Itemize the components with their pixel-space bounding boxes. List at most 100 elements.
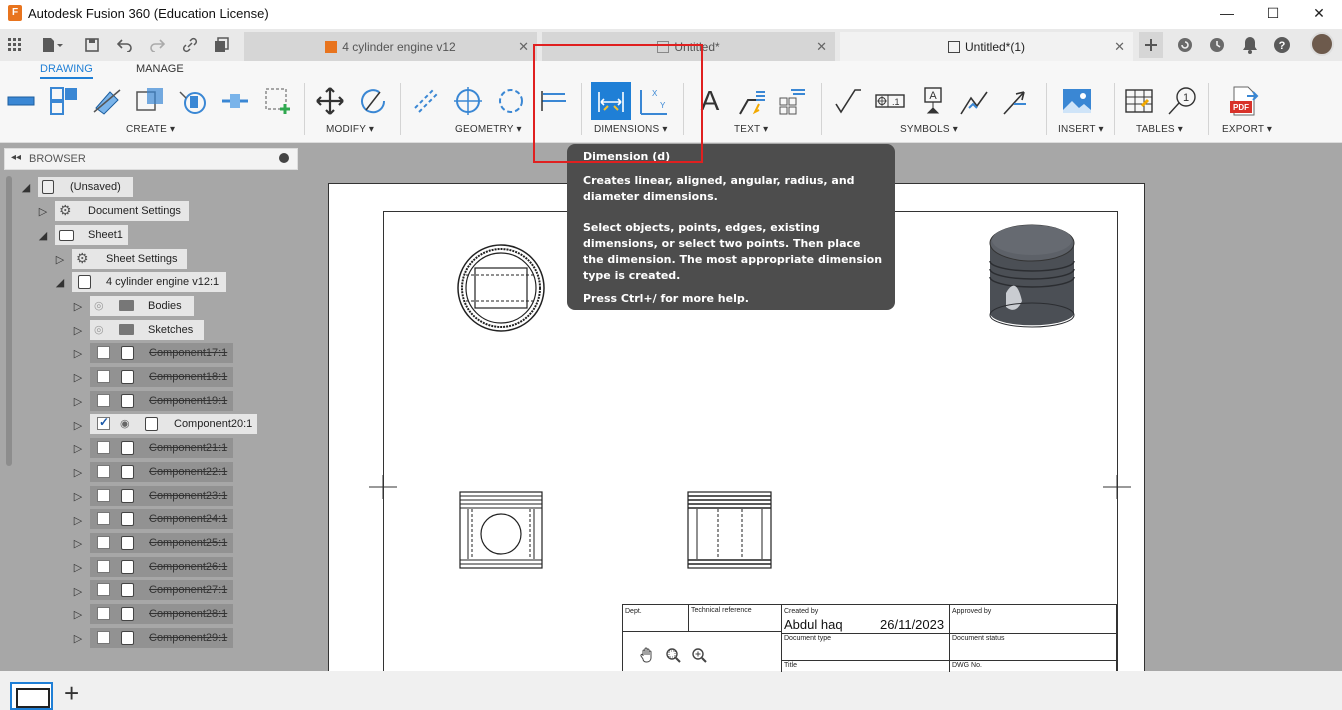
break-view-icon[interactable]	[177, 85, 209, 117]
tree-expand-arrow-icon[interactable]: ▷	[72, 323, 84, 337]
sheet1-thumbnail[interactable]	[10, 682, 53, 710]
close-button[interactable]: ✕	[1296, 0, 1342, 26]
tree-item-bodies[interactable]: ◎ Bodies	[90, 296, 194, 316]
tree-collapse-arrow-icon[interactable]: ◢	[20, 180, 32, 194]
tree-expand-arrow-icon[interactable]: ▷	[72, 513, 84, 527]
eye-visible-icon[interactable]: ◉	[120, 417, 130, 430]
table-icon[interactable]	[1123, 85, 1155, 117]
visibility-checkbox[interactable]	[97, 536, 110, 549]
tree-expand-arrow-icon[interactable]: ▷	[72, 418, 84, 432]
top-view-piston[interactable]	[457, 244, 545, 332]
tree-collapse-arrow-icon[interactable]: ◢	[54, 275, 66, 289]
front-view-piston[interactable]	[459, 491, 543, 569]
tree-expand-arrow-icon[interactable]: ▷	[72, 346, 84, 360]
side-view-piston[interactable]	[687, 491, 772, 569]
tree-expand-arrow-icon[interactable]: ▷	[72, 465, 84, 479]
tree-item-component18[interactable]: Component18:1	[90, 367, 233, 387]
center-mark-icon[interactable]	[452, 85, 484, 117]
group-text-label[interactable]: TEXT ▾	[734, 124, 768, 135]
visibility-checkbox[interactable]	[97, 489, 110, 502]
tab-close-icon[interactable]: ✕	[518, 39, 529, 55]
tree-item-document-settings[interactable]: ⚙ Document Settings	[55, 201, 189, 221]
zoom-window-icon[interactable]	[661, 644, 685, 666]
base-view-icon[interactable]	[5, 85, 37, 117]
export-pdf-icon[interactable]: PDF	[1228, 85, 1260, 117]
group-create-label[interactable]: CREATE ▾	[126, 124, 175, 135]
visibility-checkbox[interactable]	[97, 512, 110, 525]
tree-item-component23[interactable]: Component23:1	[90, 486, 233, 506]
move-icon[interactable]	[314, 85, 346, 117]
sketch-view-icon[interactable]	[262, 85, 294, 117]
tree-item-component22[interactable]: Component22:1	[90, 462, 233, 482]
visibility-checkbox[interactable]	[97, 465, 110, 478]
tree-expand-arrow-icon[interactable]: ▷	[72, 607, 84, 621]
visibility-checkbox[interactable]	[97, 583, 110, 596]
visibility-checkbox[interactable]	[97, 631, 110, 644]
balloon-icon[interactable]: 1	[1166, 85, 1198, 117]
data-panel-grid-icon[interactable]	[3, 34, 27, 56]
tree-item-component26[interactable]: Component26:1	[90, 557, 233, 577]
extensions-icon[interactable]	[1173, 34, 1197, 56]
group-modify-label[interactable]: MODIFY ▾	[326, 124, 374, 135]
note-icon[interactable]	[776, 85, 808, 117]
group-symbols-label[interactable]: SYMBOLS ▾	[900, 124, 958, 135]
section-view-icon[interactable]	[91, 85, 123, 117]
tree-expand-arrow-icon[interactable]: ▷	[72, 631, 84, 645]
tree-item-component21[interactable]: Component21:1	[90, 438, 233, 458]
detail-view-icon[interactable]	[134, 85, 166, 117]
visibility-checkbox[interactable]	[97, 607, 110, 620]
group-export-label[interactable]: EXPORT ▾	[1222, 124, 1272, 135]
tree-item-sheet-settings[interactable]: ⚙ Sheet Settings	[72, 249, 187, 269]
visibility-checkbox[interactable]	[97, 346, 110, 359]
group-geometry-label[interactable]: GEOMETRY ▾	[455, 124, 522, 135]
new-tab-plus-icon[interactable]	[1139, 32, 1163, 58]
tree-item-sheet1[interactable]: Sheet1	[55, 225, 128, 245]
tab-manage[interactable]: MANAGE	[136, 63, 184, 75]
center-mark-pattern-icon[interactable]	[495, 85, 527, 117]
tab-close-icon[interactable]: ✕	[1114, 39, 1125, 55]
browser-header[interactable]: ◂◂ BROWSER	[4, 148, 298, 170]
tree-expand-arrow-icon[interactable]: ▷	[72, 299, 84, 313]
tree-item-component29[interactable]: Component29:1	[90, 628, 233, 648]
welding-symbol-icon[interactable]	[958, 85, 990, 117]
eye-hidden-icon[interactable]: ◎	[94, 323, 104, 336]
visibility-checkbox[interactable]	[97, 370, 110, 383]
browser-scrollbar[interactable]	[6, 176, 12, 466]
tree-expand-arrow-icon[interactable]: ▷	[72, 441, 84, 455]
crop-view-icon[interactable]	[219, 85, 251, 117]
tab-4-cylinder-engine[interactable]: 4 cylinder engine v12 ✕	[244, 32, 537, 61]
insert-image-icon[interactable]	[1061, 85, 1093, 117]
tree-item-component28[interactable]: Component28:1	[90, 604, 233, 624]
collapse-browser-icon[interactable]: ◂◂	[11, 152, 21, 163]
visibility-checkbox-checked[interactable]	[97, 415, 110, 430]
tree-item-assembly-view[interactable]: 4 cylinder engine v12:1	[72, 272, 226, 292]
tree-item-component27[interactable]: Component27:1	[90, 580, 233, 600]
add-sheet-button[interactable]: +	[64, 680, 79, 706]
user-avatar[interactable]	[1310, 32, 1334, 56]
tree-item-sketches[interactable]: ◎ Sketches	[90, 320, 204, 340]
tree-expand-arrow-icon[interactable]: ▷	[37, 204, 49, 218]
tree-item-component19[interactable]: Component19:1	[90, 391, 233, 411]
centerline-icon[interactable]	[410, 85, 442, 117]
link-icon[interactable]	[178, 34, 202, 56]
tree-expand-arrow-icon[interactable]: ▷	[72, 370, 84, 384]
group-insert-label[interactable]: INSERT ▾	[1058, 124, 1104, 135]
tree-expand-arrow-icon[interactable]: ▷	[72, 560, 84, 574]
tab-drawing[interactable]: DRAWING	[40, 63, 93, 79]
tree-item-unsaved[interactable]: (Unsaved)	[38, 177, 133, 197]
file-menu-icon[interactable]	[37, 34, 67, 56]
minimize-button[interactable]: —	[1204, 0, 1250, 26]
maximize-button[interactable]: ☐	[1250, 0, 1296, 26]
rotate-icon[interactable]	[357, 85, 389, 117]
projected-view-icon[interactable]	[48, 85, 80, 117]
eye-hidden-icon[interactable]: ◎	[94, 299, 104, 312]
tree-expand-arrow-icon[interactable]: ▷	[72, 394, 84, 408]
pan-hand-icon[interactable]	[635, 644, 659, 666]
tab-close-icon[interactable]: ✕	[816, 39, 827, 55]
help-icon[interactable]: ?	[1270, 34, 1294, 56]
minimize-browser-icon[interactable]	[279, 153, 289, 163]
tree-item-component25[interactable]: Component25:1	[90, 533, 233, 553]
tree-expand-arrow-icon[interactable]: ▷	[72, 584, 84, 598]
notifications-bell-icon[interactable]	[1238, 34, 1262, 56]
visibility-checkbox[interactable]	[97, 441, 110, 454]
